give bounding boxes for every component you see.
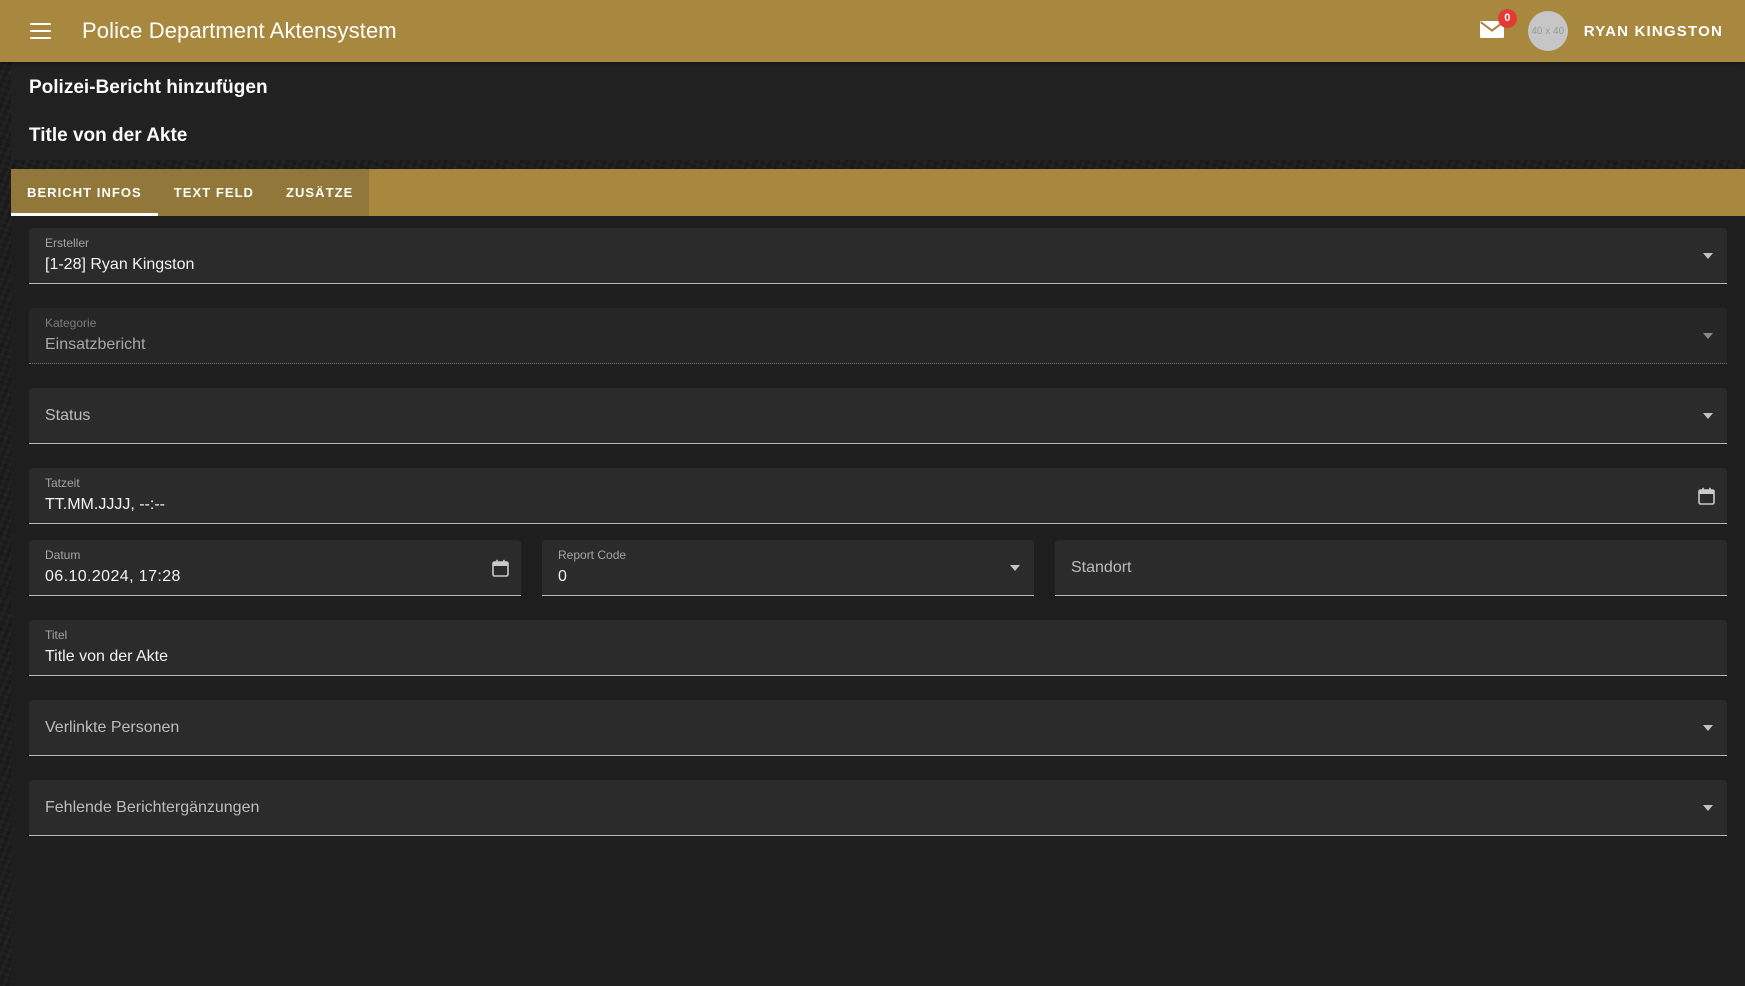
tab-label: BERICHT INFOS — [27, 185, 142, 200]
field-label: Kategorie — [45, 316, 97, 330]
chevron-down-icon[interactable] — [1703, 253, 1713, 259]
field-label: Report Code — [558, 548, 627, 562]
tab-bericht-infos[interactable]: BERICHT INFOS — [11, 169, 158, 216]
field-value: Einsatzbericht — [45, 337, 146, 353]
page-subtitle: Title von der Akte — [29, 124, 188, 146]
field-label: Datum — [45, 548, 81, 562]
field-label: Fehlende Berichtergänzungen — [45, 799, 260, 816]
field-value: [1-28] Ryan Kingston — [45, 257, 195, 273]
field-gap — [29, 756, 1727, 780]
hamburger-bar — [29, 37, 51, 39]
field-verlinkte-personen[interactable]: Verlinkte Personen — [29, 700, 1727, 756]
field-label: Verlinkte Personen — [45, 719, 180, 736]
calendar-icon[interactable] — [492, 559, 509, 577]
hamburger-menu-icon[interactable] — [18, 9, 62, 53]
tab-label: TEXT FELD — [173, 185, 254, 200]
tab-label: ZUSÄTZE — [286, 185, 354, 200]
chevron-down-icon[interactable] — [1010, 565, 1020, 571]
field-gap — [29, 284, 1727, 308]
mail-notifications-button[interactable]: 0 — [1472, 9, 1517, 51]
field-gap — [29, 524, 1727, 540]
field-label: Status — [45, 407, 91, 424]
chevron-down-icon[interactable] — [1703, 805, 1713, 811]
field-titel[interactable]: Titel Title von der Akte — [29, 620, 1727, 676]
tab-group: BERICHT INFOS TEXT FELD ZUSÄTZE — [11, 169, 370, 216]
tab-text-feld[interactable]: TEXT FELD — [158, 169, 270, 216]
field-ersteller[interactable]: Ersteller [1-28] Ryan Kingston — [29, 228, 1727, 284]
field-datum[interactable]: Datum 06.10.2024, 17:28 — [29, 540, 521, 596]
tab-zusaetze[interactable]: ZUSÄTZE — [270, 169, 369, 216]
app-title: Police Department Aktensystem — [82, 18, 397, 43]
field-fehlende-berichtergaenzungen[interactable]: Fehlende Berichtergänzungen — [29, 780, 1727, 836]
field-report-code[interactable]: Report Code 0 — [542, 540, 1034, 596]
field-label: Standort — [1071, 559, 1132, 576]
field-value — [45, 745, 1711, 756]
field-gap — [29, 676, 1727, 700]
hamburger-bar — [29, 23, 51, 25]
report-info-form: Ersteller [1-28] Ryan Kingston Kategorie… — [11, 216, 1745, 986]
chevron-down-icon[interactable] — [1703, 725, 1713, 731]
field-gap — [29, 364, 1727, 388]
field-value: 0 — [558, 569, 567, 585]
field-gap — [29, 444, 1727, 468]
page-title: Polizei-Bericht hinzufügen — [29, 77, 268, 98]
field-status[interactable]: Status — [29, 388, 1727, 444]
field-value — [1071, 585, 1711, 596]
row-datum-reportcode-standort: Datum 06.10.2024, 17:28 Report Code 0 St… — [29, 540, 1727, 596]
field-standort[interactable]: Standort — [1055, 540, 1727, 596]
field-label: Ersteller — [45, 236, 90, 250]
field-tatzeit[interactable]: Tatzeit TT.MM.JJJJ, --:-- — [29, 468, 1727, 524]
tab-bar-filler — [369, 169, 1745, 216]
field-value: Title von der Akte — [45, 649, 169, 665]
chevron-down-icon[interactable] — [1703, 413, 1713, 419]
mail-badge-count: 0 — [1497, 9, 1517, 28]
hamburger-bar — [29, 30, 51, 32]
field-value — [45, 433, 1711, 444]
chevron-down-icon — [1703, 333, 1713, 339]
avatar[interactable]: 40 x 40 — [1527, 11, 1568, 51]
app-bar: Police Department Aktensystem 0 40 x 40 … — [0, 0, 1745, 62]
field-label: Tatzeit — [45, 476, 80, 490]
field-gap — [29, 596, 1727, 620]
field-label: Titel — [45, 628, 68, 642]
tab-bar: BERICHT INFOS TEXT FELD ZUSÄTZE — [11, 169, 1745, 216]
field-value — [45, 825, 1711, 836]
avatar-placeholder-text: 40 x 40 — [1531, 25, 1565, 37]
calendar-icon[interactable] — [1698, 487, 1715, 505]
username-label[interactable]: RYAN KINGSTON — [1584, 23, 1723, 40]
field-kategorie: Kategorie Einsatzbericht — [29, 308, 1727, 364]
field-value: 06.10.2024, 17:28 — [45, 569, 181, 585]
field-placeholder: TT.MM.JJJJ, --:-- — [45, 497, 165, 513]
page-header: Polizei-Bericht hinzufügen Title von der… — [11, 62, 1745, 160]
